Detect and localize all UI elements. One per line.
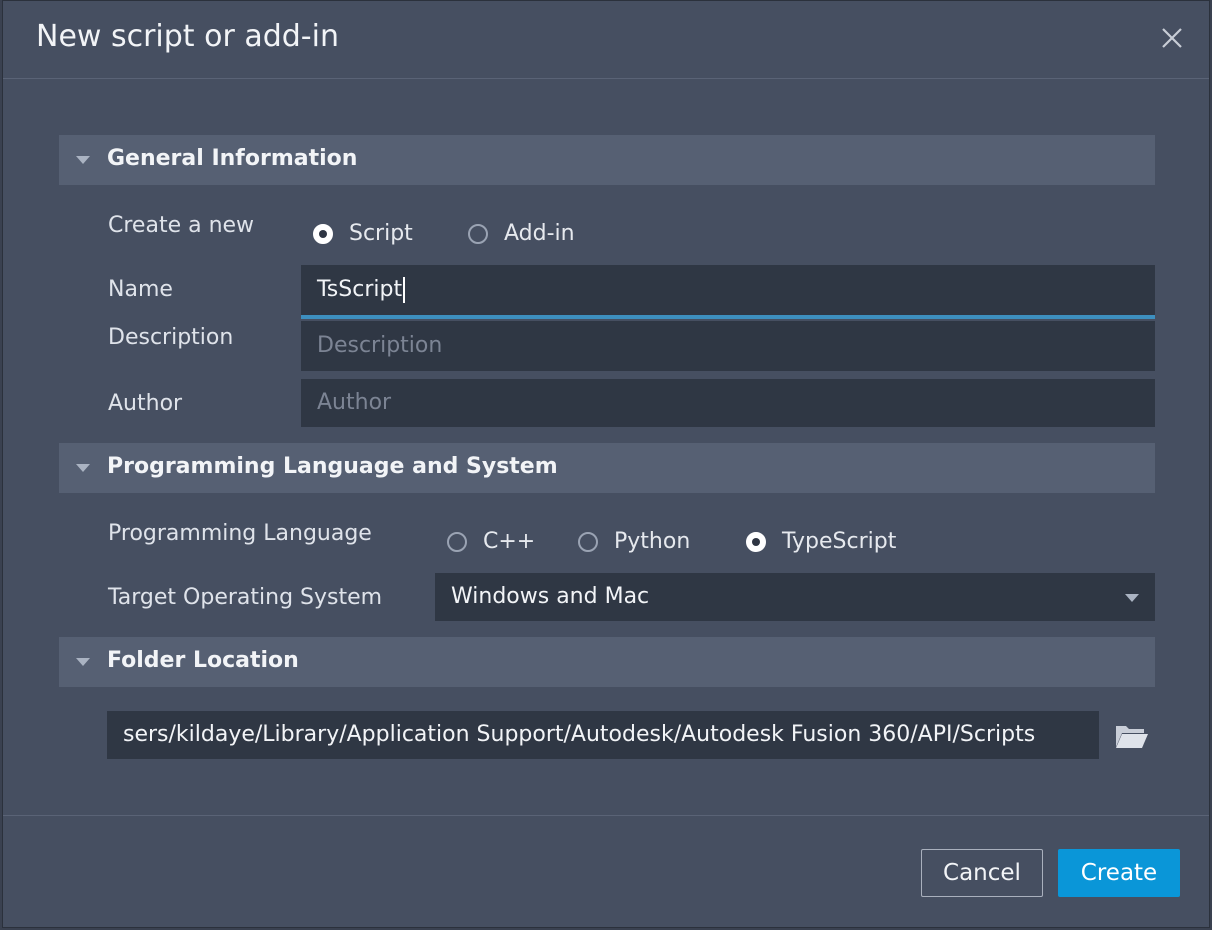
description-label: Description	[108, 325, 234, 350]
section-folder-location[interactable]: Folder Location	[59, 637, 1155, 687]
target-os-label: Target Operating System	[108, 585, 383, 610]
radio-add-in[interactable]: Add-in	[468, 221, 575, 246]
text-caret	[403, 277, 406, 303]
description-input[interactable]: Description	[301, 321, 1155, 371]
radio-add-in-indicator	[468, 223, 488, 244]
collapse-triangle-icon	[76, 658, 90, 666]
dialog-titlebar: New script or add-in	[3, 1, 1209, 79]
section-programming-language[interactable]: Programming Language and System	[59, 443, 1155, 493]
description-placeholder: Description	[317, 333, 443, 358]
collapse-triangle-icon	[76, 464, 90, 472]
radio-python-label: Python	[614, 529, 691, 554]
target-os-select[interactable]: Windows and Mac	[435, 573, 1155, 621]
create-button[interactable]: Create	[1058, 849, 1180, 897]
folder-path-value: sers/kildaye/Library/Application Support…	[123, 722, 1036, 747]
radio-script-label: Script	[349, 221, 413, 246]
footer-divider	[3, 815, 1209, 816]
section-programming-language-label: Programming Language and System	[107, 454, 558, 479]
name-input[interactable]: TsScript	[301, 265, 1155, 319]
close-icon[interactable]	[1157, 23, 1187, 53]
chevron-down-icon	[1125, 594, 1139, 602]
cancel-button[interactable]: Cancel	[921, 849, 1043, 897]
section-folder-location-label: Folder Location	[107, 648, 299, 673]
radio-script[interactable]: Script	[313, 221, 413, 246]
target-os-value: Windows and Mac	[451, 584, 650, 609]
dialog-title: New script or add-in	[36, 19, 339, 54]
section-general-information-label: General Information	[107, 146, 358, 171]
radio-cpp-indicator	[447, 531, 467, 552]
radio-cpp[interactable]: C++	[447, 529, 535, 554]
create-new-label: Create a new	[108, 213, 255, 238]
radio-typescript[interactable]: TypeScript	[746, 529, 896, 554]
author-placeholder: Author	[317, 390, 392, 415]
radio-add-in-label: Add-in	[504, 221, 575, 246]
radio-python-indicator	[578, 531, 598, 552]
radio-script-indicator	[313, 223, 333, 244]
folder-path-field[interactable]: sers/kildaye/Library/Application Support…	[107, 711, 1099, 759]
folder-open-icon[interactable]	[1114, 722, 1150, 750]
radio-cpp-label: C++	[483, 529, 536, 554]
author-input[interactable]: Author	[301, 379, 1155, 427]
author-label: Author	[108, 391, 183, 416]
name-input-value: TsScript	[317, 277, 403, 302]
radio-typescript-label: TypeScript	[782, 529, 897, 554]
new-script-dialog: New script or add-in General Information…	[2, 0, 1210, 928]
name-label: Name	[108, 277, 173, 302]
radio-python[interactable]: Python	[578, 529, 690, 554]
collapse-triangle-icon	[76, 156, 90, 164]
radio-typescript-indicator	[746, 531, 766, 552]
section-general-information[interactable]: General Information	[59, 135, 1155, 185]
programming-language-label: Programming Language	[108, 521, 372, 546]
